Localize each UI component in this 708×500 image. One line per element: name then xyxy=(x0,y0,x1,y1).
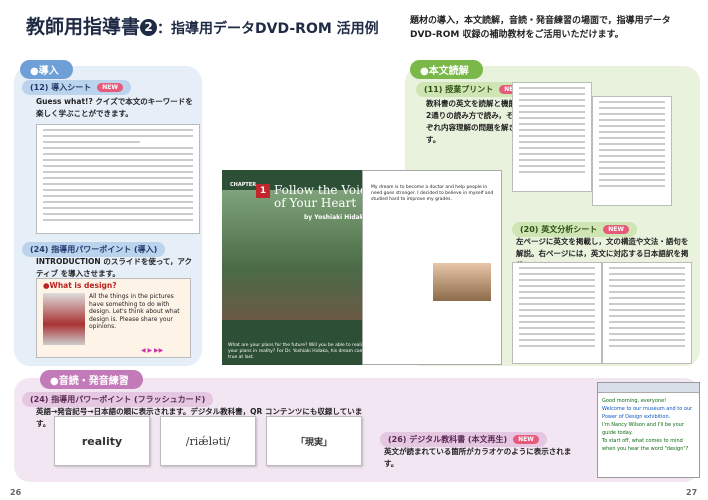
reading-print-desc: 教科書の英文を読解と機能の2通りの読み方で読み，それぞれ内容理解の問題を解きます… xyxy=(426,99,524,144)
chapter-number: 1 xyxy=(256,184,270,198)
flashcard-word: reality xyxy=(54,416,150,466)
textbook-left-page: CHAPTER 1 Follow the Voice of Your Heart… xyxy=(222,170,382,365)
intro-ppt-desc: INTRODUCTION のスライドを使って，アクティブ を導入させます。 xyxy=(36,257,193,278)
chapter-caption: What are your plans for the future? Will… xyxy=(228,343,368,360)
doctor-photo xyxy=(433,263,491,301)
slide-text: All the things in the pictures have some… xyxy=(89,293,180,330)
textbook-right-page: My dream is to become a doctor and help … xyxy=(362,170,502,365)
intro-sheet-image xyxy=(36,124,200,234)
slide-nav-icon: ◀ ▶ ▶▶ xyxy=(141,347,164,354)
section-intro: ●導入 xyxy=(20,60,73,79)
intro-sheet-desc: Guess what!? クイズで本文のキーワードを楽しく学ぶことができます。 xyxy=(36,97,193,118)
digital-textbook-desc: 英文が読まれている箇所がカラオケのように表示されます。 xyxy=(384,447,572,468)
intro-ppt-slide: ●What is design? All the things in the p… xyxy=(36,278,191,358)
flashcard-meaning: 「現実」 xyxy=(266,416,362,466)
digital-textbook-label: (26) デジタル教科書 (本文再生) NEW xyxy=(380,432,547,447)
reading-print-sheet-1 xyxy=(512,82,592,192)
analysis-sheet-right xyxy=(602,262,692,364)
title-number-badge: 2 xyxy=(140,19,158,36)
textbook-body: My dream is to become a doctor and help … xyxy=(371,185,494,202)
intro-sheet-label: (12) 導入シート NEW xyxy=(22,80,131,95)
new-badge: NEW xyxy=(97,83,123,92)
window-titlebar xyxy=(598,383,699,393)
section-reading: ●本文読解 xyxy=(410,60,483,79)
page-number-left: 26 xyxy=(10,488,22,497)
reading-print-sheet-2 xyxy=(592,96,672,206)
page-title: 教師用指導書 2 ：指導用データDVD-ROM 活用例 xyxy=(26,16,379,38)
digital-textbook-screen: Good morning, everyone! Welcome to our m… xyxy=(597,382,700,478)
analysis-sheet-left xyxy=(512,262,602,364)
intro-text: 題材の導入，本文読解，音読・発音練習の場面で，指導用データ DVD-ROM 収録… xyxy=(410,16,671,40)
chapter-author: by Yoshiaki Hidaka xyxy=(304,214,368,221)
slide-question: ●What is design? xyxy=(43,281,117,290)
intro-ppt-label: (24) 指導用パワーポイント (導入) xyxy=(22,242,166,257)
flashcard-phonetic: /riǽləti/ xyxy=(160,416,256,466)
flashcard-label: (24) 指導用パワーポイント (フラッシュカード) xyxy=(22,392,214,407)
new-badge: NEW xyxy=(513,435,539,444)
section-pronunciation: ●音読・発音練習 xyxy=(40,370,143,389)
new-badge: NEW xyxy=(603,225,629,234)
page-number-right: 27 xyxy=(686,488,698,497)
analysis-sheet-label: (20) 英文分析シート NEW xyxy=(512,222,637,237)
slide-photo xyxy=(43,293,85,345)
